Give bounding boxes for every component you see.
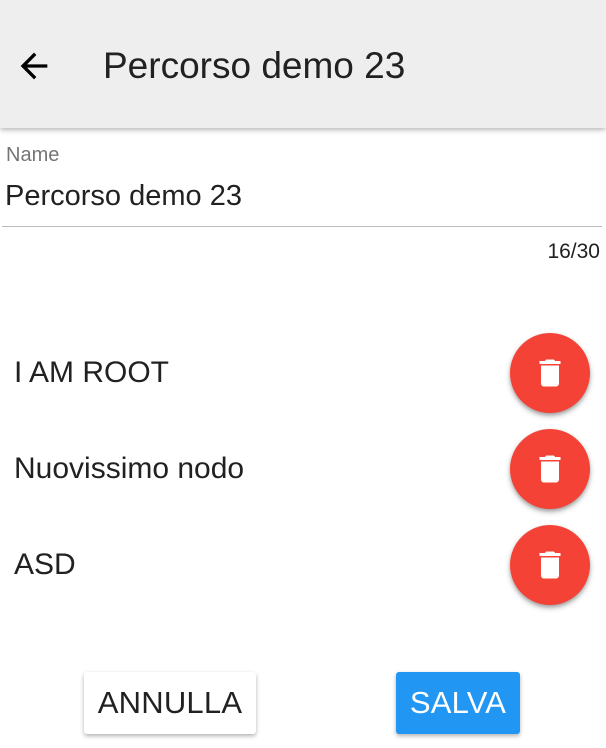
cancel-button[interactable]: ANNULLA xyxy=(84,672,256,734)
list-item: ASD xyxy=(0,523,606,607)
node-label: I AM ROOT xyxy=(14,356,170,389)
delete-node-button[interactable] xyxy=(510,525,590,605)
delete-node-button[interactable] xyxy=(510,333,590,413)
trash-icon xyxy=(539,359,561,387)
app-bar: Percorso demo 23 xyxy=(0,0,606,128)
app-root: Percorso demo 23 Name 16/30 I AM ROOT Nu… xyxy=(0,0,606,748)
page-title: Percorso demo 23 xyxy=(103,45,406,86)
trash-icon xyxy=(539,551,561,579)
trash-icon xyxy=(539,455,561,483)
node-label: ASD xyxy=(14,548,76,581)
arrow-left-icon xyxy=(20,52,48,80)
back-button[interactable] xyxy=(10,42,58,90)
name-field-label: Name xyxy=(6,144,60,166)
name-input[interactable] xyxy=(5,176,602,216)
list-item: I AM ROOT xyxy=(0,331,606,415)
character-counter: 16/30 xyxy=(547,240,600,263)
node-label: Nuovissimo nodo xyxy=(14,452,245,485)
save-button[interactable]: SALVA xyxy=(396,672,520,734)
name-field: Name xyxy=(5,142,602,216)
name-field-underline xyxy=(2,226,602,227)
delete-node-button[interactable] xyxy=(510,429,590,509)
list-item: Nuovissimo nodo xyxy=(0,427,606,511)
